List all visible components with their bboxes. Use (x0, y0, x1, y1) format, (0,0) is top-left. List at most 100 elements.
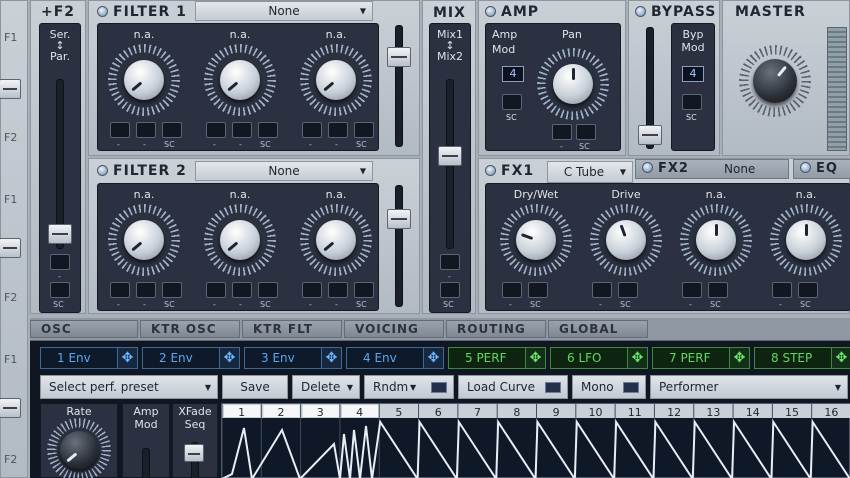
filter1-knob-3[interactable] (316, 60, 356, 100)
filter2-knob-2[interactable] (220, 220, 260, 260)
filter2-mod-slot-2-3[interactable] (258, 282, 278, 298)
mod-button-6[interactable]: 6 LFO ✥ (550, 347, 648, 369)
fx-knob-1[interactable] (516, 220, 556, 260)
amp-pan-knob[interactable] (553, 64, 593, 104)
fx-mod-slot-3-2[interactable] (708, 282, 728, 298)
drag-move-icon[interactable]: ✥ (321, 348, 341, 368)
fx2-type-value[interactable]: None (724, 162, 755, 176)
save-button[interactable]: Save (222, 375, 288, 399)
preset-dropdown[interactable]: Select perf. preset ▼ (40, 375, 218, 399)
tab-ktr-flt[interactable]: KTR FLT (242, 320, 342, 338)
fx-knob-4[interactable] (786, 220, 826, 260)
master-volume-knob[interactable] (753, 59, 797, 103)
amp-power-icon[interactable] (485, 6, 496, 17)
amp-slot-a[interactable] (552, 124, 572, 140)
filter1-mod-slot-1-2[interactable] (136, 122, 156, 138)
mod-button-3[interactable]: 3 Env ✥ (244, 347, 342, 369)
routing-mod-slot[interactable] (50, 254, 70, 270)
fx-mod-slot-4-2[interactable] (798, 282, 818, 298)
filter1-knob-2[interactable] (220, 60, 260, 100)
rail-fader-2[interactable] (0, 238, 21, 258)
rail-fader-1[interactable] (0, 79, 21, 99)
filter1-mod-slot-1-3[interactable] (162, 122, 182, 138)
delete-dropdown[interactable]: Delete ▼ (292, 375, 360, 399)
drag-move-icon[interactable]: ✥ (423, 348, 443, 368)
mono-button[interactable]: Mono (572, 375, 646, 399)
amp-mod-slot[interactable] (502, 94, 522, 110)
tab-ktr-osc[interactable]: KTR OSC (140, 320, 240, 338)
tab-voicing[interactable]: VOICING (344, 320, 444, 338)
filter2-mod-slot-1-3[interactable] (162, 282, 182, 298)
filter1-knob-1[interactable] (124, 60, 164, 100)
filter2-power-icon[interactable] (97, 165, 108, 176)
filter2-mod-slot-2-2[interactable] (232, 282, 252, 298)
filter2-mod-slot-3-2[interactable] (328, 282, 348, 298)
rail-fader-3[interactable] (0, 398, 21, 418)
fx-mod-slot-4-1[interactable] (772, 282, 792, 298)
routing-sc-slot[interactable] (50, 282, 70, 298)
mod-button-1[interactable]: 1 Env ✥ (40, 347, 138, 369)
mix-mod-slot[interactable] (440, 254, 460, 270)
filter1-mod-slot-1-1[interactable] (110, 122, 130, 138)
mix-slider[interactable] (438, 146, 462, 166)
filter2-level-fader[interactable] (387, 209, 411, 229)
fx1-power-icon[interactable] (485, 165, 496, 176)
filter1-power-icon[interactable] (97, 6, 108, 17)
tab-osc[interactable]: OSC (30, 320, 138, 338)
amp-mod-value[interactable]: 4 (502, 66, 524, 82)
filter2-mod-slot-1-1[interactable] (110, 282, 130, 298)
filter2-mod-slot-3-1[interactable] (302, 282, 322, 298)
routing-slider[interactable] (48, 224, 72, 244)
fx-mod-slot-1-1[interactable] (502, 282, 522, 298)
fx-knob-3[interactable] (696, 220, 736, 260)
filter1-type-dropdown[interactable]: None ▼ (195, 1, 373, 21)
filter1-mod-slot-3-2[interactable] (328, 122, 348, 138)
mod-button-8[interactable]: 8 STEP ✥ (754, 347, 850, 369)
mod-button-7[interactable]: 7 PERF ✥ (652, 347, 750, 369)
drag-move-icon[interactable]: ✥ (525, 348, 545, 368)
mod-button-5[interactable]: 5 PERF ✥ (448, 347, 546, 369)
eq-power-icon[interactable] (800, 162, 811, 173)
performer-dropdown[interactable]: Performer ▼ (650, 375, 848, 399)
filter1-mod-slot-2-2[interactable] (232, 122, 252, 138)
drag-move-icon[interactable]: ✥ (117, 348, 137, 368)
load-curve-toggle[interactable] (545, 382, 561, 393)
filter2-knob-3[interactable] (316, 220, 356, 260)
drag-move-icon[interactable]: ✥ (831, 348, 850, 368)
bypass-power-icon[interactable] (635, 6, 646, 17)
tab-routing[interactable]: ROUTING (446, 320, 546, 338)
filter1-mod-slot-2-1[interactable] (206, 122, 226, 138)
filter2-knob-1[interactable] (124, 220, 164, 260)
filter2-mod-slot-2-1[interactable] (206, 282, 226, 298)
filter2-type-dropdown[interactable]: None ▼ (195, 161, 373, 181)
mod-button-2[interactable]: 2 Env ✥ (142, 347, 240, 369)
filter1-mod-slot-2-3[interactable] (258, 122, 278, 138)
rndm-dropdown[interactable]: Rndm ▼ (364, 375, 454, 399)
drag-move-icon[interactable]: ✥ (729, 348, 749, 368)
drag-move-icon[interactable]: ✥ (627, 348, 647, 368)
fx2-tab[interactable]: FX2 None (635, 159, 789, 179)
mod-button-4[interactable]: 4 Env ✥ (346, 347, 444, 369)
step-curve-display[interactable]: 1 2 3 4 5 6 7 8 9 10 11 12 13 14 15 16 (222, 404, 850, 478)
xfade-fader[interactable] (184, 444, 204, 462)
bypass-mod-slot[interactable] (682, 94, 702, 110)
fx-mod-slot-2-1[interactable] (592, 282, 612, 298)
fx1-type-dropdown[interactable]: C Tube ▼ (547, 161, 633, 183)
tab-global[interactable]: GLOBAL (548, 320, 648, 338)
filter1-mod-slot-3-1[interactable] (302, 122, 322, 138)
load-curve-button[interactable]: Load Curve (458, 375, 568, 399)
fx2-power-icon[interactable] (642, 162, 653, 173)
amp-slot-b[interactable] (576, 124, 596, 140)
eq-tab[interactable]: EQ (793, 159, 850, 179)
mix-sc-slot[interactable] (440, 282, 460, 298)
filter2-mod-slot-1-2[interactable] (136, 282, 156, 298)
filter1-mod-slot-3-3[interactable] (354, 122, 374, 138)
bypass-mod-value[interactable]: 4 (682, 66, 704, 82)
filter1-level-fader[interactable] (387, 47, 411, 67)
bypass-fader[interactable] (638, 125, 662, 145)
fx1-tab[interactable]: FX1 (485, 163, 534, 179)
fx-knob-2[interactable] (606, 220, 646, 260)
fx-mod-slot-2-2[interactable] (618, 282, 638, 298)
rndm-toggle[interactable] (431, 382, 447, 393)
step-sequencer[interactable]: 1 2 3 4 5 6 7 8 9 10 11 12 13 14 15 16 (221, 403, 850, 478)
